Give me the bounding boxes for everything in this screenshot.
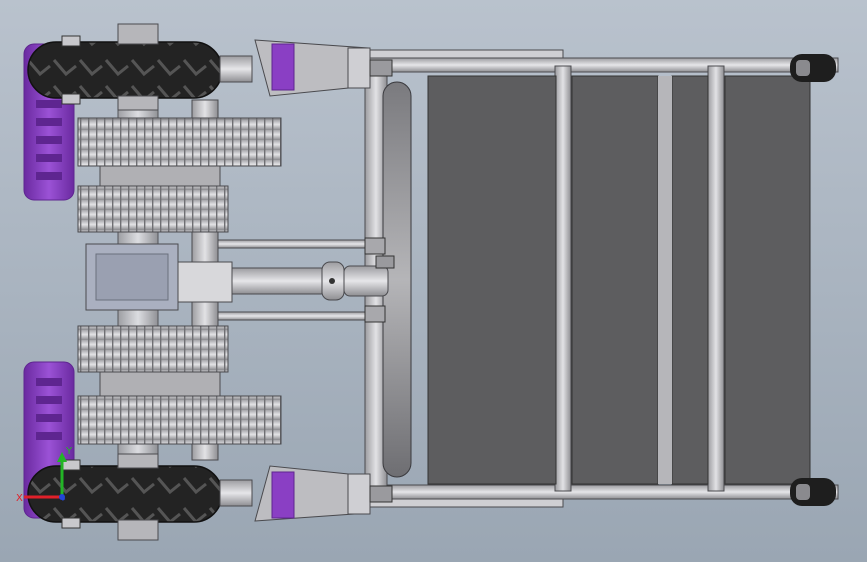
dark-panels: [427, 75, 811, 485]
axis-y-label: Y: [65, 446, 73, 457]
cad-viewport[interactable]: Y X Z: [0, 0, 867, 562]
axis-x-label: X: [16, 493, 23, 504]
cad-scene[interactable]: Y X Z: [0, 0, 867, 562]
